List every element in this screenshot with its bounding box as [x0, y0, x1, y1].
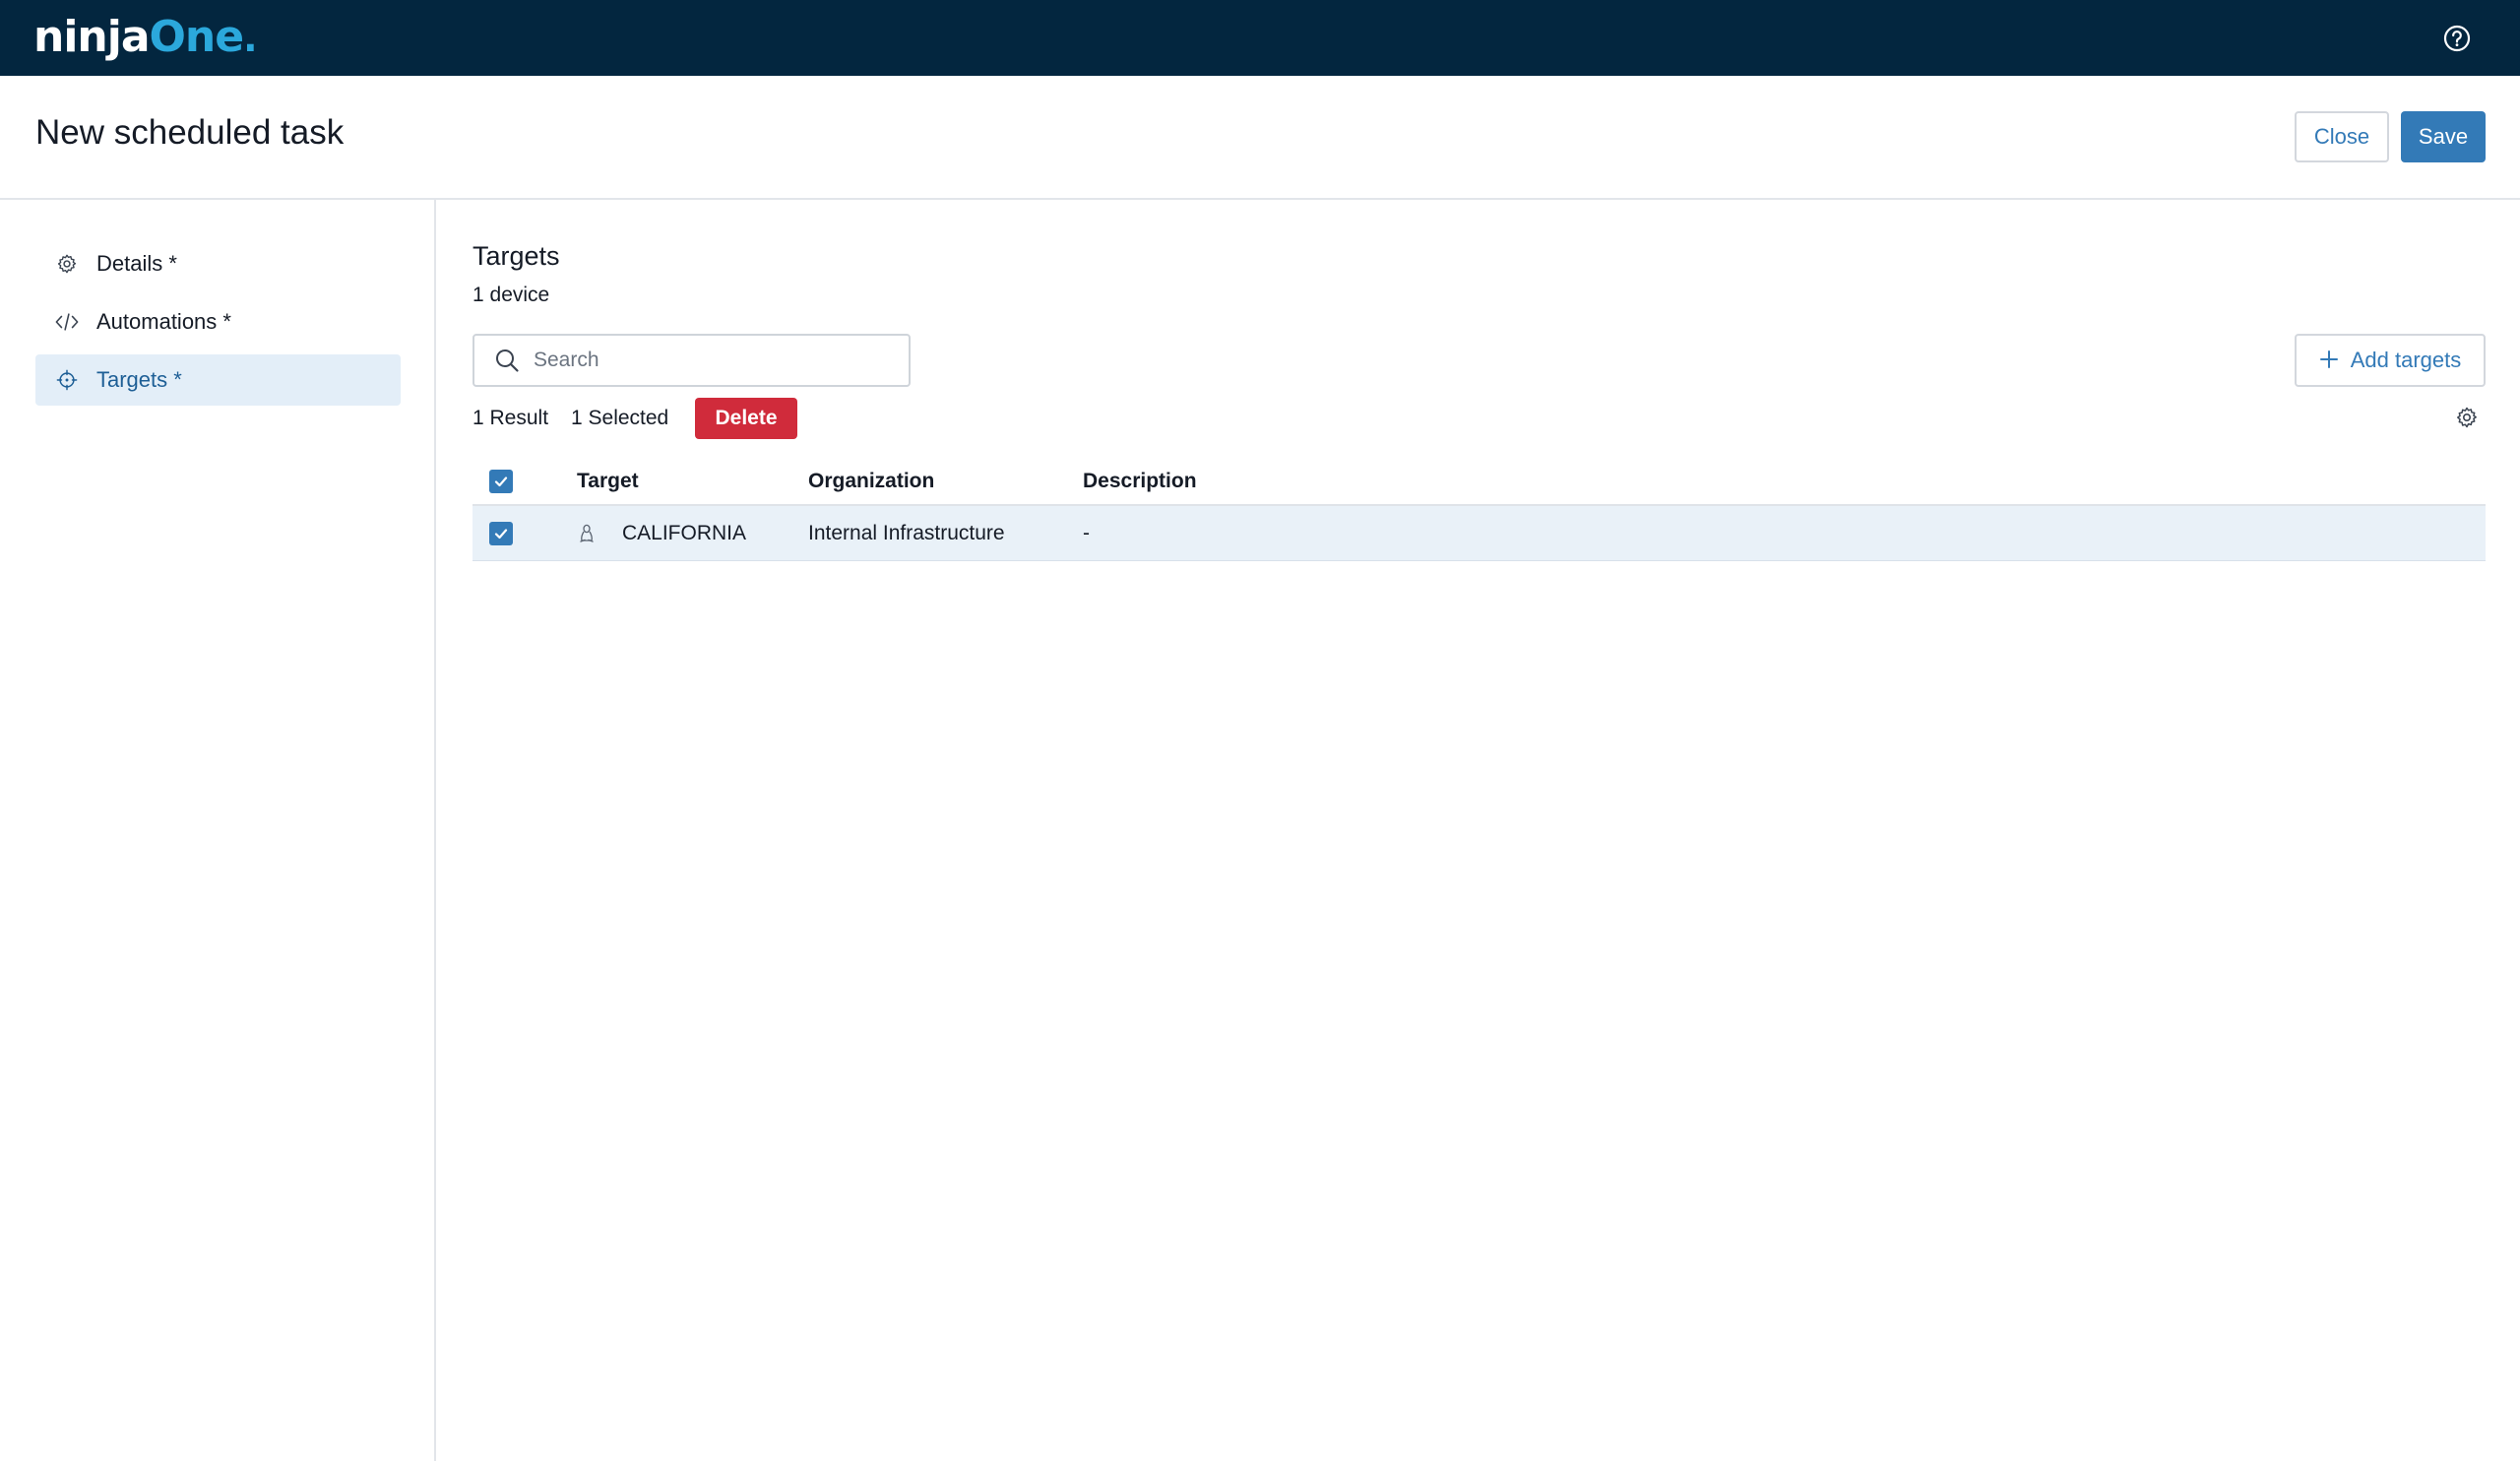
row-select-cell — [489, 506, 513, 560]
organization-cell: Internal Infrastructure — [808, 521, 1005, 544]
sidebar-item-targets[interactable]: Targets * — [35, 354, 401, 406]
checkmark-icon — [494, 528, 508, 539]
target-name-link[interactable]: CALIFORNIA — [622, 522, 746, 545]
search-icon — [494, 348, 520, 373]
crosshair-icon — [55, 368, 79, 392]
select-all-checkbox[interactable] — [489, 470, 513, 493]
save-button[interactable]: Save — [2401, 111, 2486, 162]
linux-icon — [577, 523, 597, 544]
close-button[interactable]: Close — [2295, 111, 2389, 162]
column-header-description[interactable]: Description — [1083, 459, 1197, 504]
selected-count: 1 Selected — [571, 407, 669, 429]
question-circle-icon[interactable] — [2442, 24, 2472, 53]
sidebar-item-automations[interactable]: Automations * — [35, 296, 401, 348]
sidebar-item-label: Targets * — [96, 367, 182, 392]
device-count: 1 device — [472, 284, 550, 306]
row-checkbox[interactable] — [489, 521, 513, 545]
description-cell: - — [1083, 521, 1090, 544]
gear-icon — [55, 252, 79, 276]
search-field[interactable] — [472, 334, 911, 387]
column-header-organization[interactable]: Organization — [808, 459, 934, 504]
table-row[interactable]: CALIFORNIA Internal Infrastructure - — [472, 506, 2486, 561]
code-icon — [55, 310, 79, 334]
result-count: 1 Result — [472, 407, 549, 429]
ninjaone-logo[interactable]: ninjaOne. — [33, 10, 258, 66]
logo-text-ninja: ninja — [33, 12, 151, 62]
sidebar-item-label: Details * — [96, 251, 177, 276]
page-header: New scheduled task Close Save — [0, 76, 2520, 200]
search-input[interactable] — [532, 348, 886, 373]
select-all-cell — [489, 459, 513, 504]
table-settings-gear-icon[interactable] — [2455, 406, 2481, 431]
target-cell: CALIFORNIA — [577, 506, 746, 560]
sidebar-item-label: Automations * — [96, 309, 231, 334]
checkmark-icon — [494, 476, 508, 487]
top-bar: ninjaOne. — [0, 0, 2520, 76]
logo-dot: . — [243, 17, 257, 60]
add-targets-label: Add targets — [2350, 348, 2462, 372]
sidebar: Details * Automations * Targets * — [0, 200, 436, 1461]
logo-text-one: One — [149, 12, 245, 62]
table-header: Target Organization Description — [472, 459, 2486, 506]
sidebar-item-details[interactable]: Details * — [35, 238, 401, 289]
section-title: Targets — [472, 241, 560, 271]
delete-button[interactable]: Delete — [695, 398, 797, 439]
page-title: New scheduled task — [35, 113, 345, 152]
add-targets-button[interactable]: Add targets — [2295, 334, 2486, 387]
main-content: Targets 1 device Add targets 1 Result 1 … — [438, 200, 2520, 1461]
plus-icon — [2319, 349, 2339, 371]
column-header-target[interactable]: Target — [577, 459, 639, 504]
